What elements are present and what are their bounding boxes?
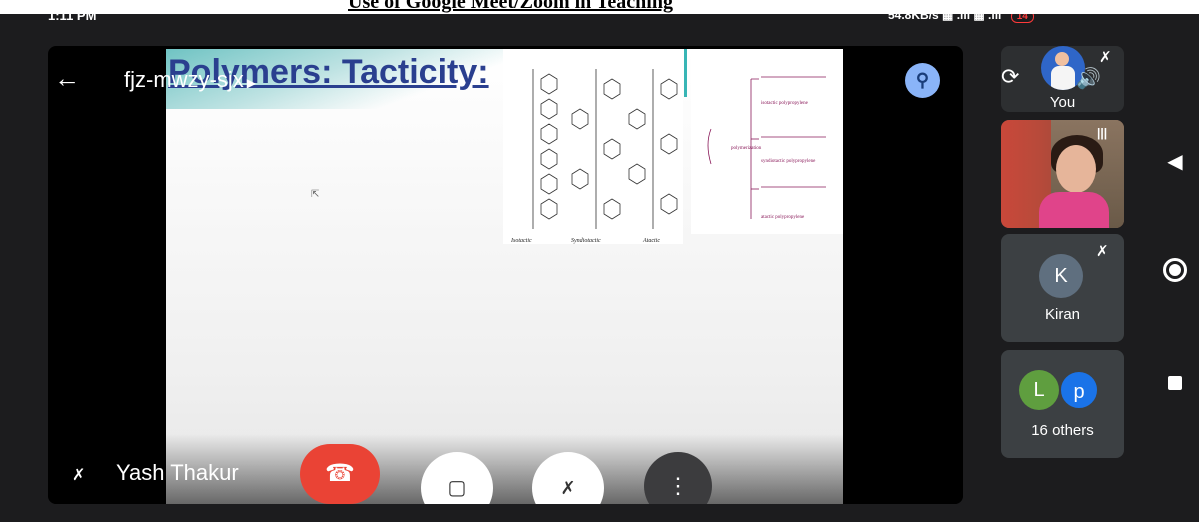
- speaker-icon[interactable]: 🔊: [1076, 66, 1101, 91]
- avatar: K: [1039, 254, 1083, 298]
- meeting-code[interactable]: fjz-mwzy-sjx ▶: [124, 67, 256, 93]
- avatar: L: [1019, 370, 1059, 410]
- presenter-name: Yash Thakur: [116, 460, 239, 485]
- avatar-head: [1055, 52, 1069, 66]
- mouse-cursor-icon: ⇱: [311, 189, 320, 200]
- participant-body: [1039, 192, 1109, 228]
- pin-button[interactable]: ⚲: [905, 63, 940, 98]
- syndiotactic-pp-label: syndiotactic polypropylene: [761, 159, 816, 164]
- avatar-body: [1051, 66, 1075, 90]
- slide-accent-line: [684, 49, 687, 97]
- presenter-label: ✗ Yash Thakur: [72, 460, 239, 486]
- meet-screen: Polymers: Tacticity: Isotactic Syndiotac…: [0, 12, 1199, 522]
- self-label: You: [1049, 94, 1076, 111]
- mic-off-icon: ✗: [560, 478, 576, 498]
- isotactic-pp-label: isotactic polypropylene: [761, 101, 808, 106]
- arrow-left-icon[interactable]: ←: [54, 64, 82, 92]
- mic-off-icon: ✗: [1099, 49, 1112, 66]
- atactic-label: Atactic: [643, 238, 660, 244]
- end-call-button[interactable]: ☎: [300, 444, 380, 504]
- nav-home-icon[interactable]: [1163, 258, 1187, 282]
- polymerization-label: polymerization: [731, 146, 762, 151]
- nav-recents-icon[interactable]: [1168, 376, 1182, 390]
- isotactic-label: Isotactic: [511, 238, 532, 244]
- avatar: p: [1059, 370, 1099, 410]
- atactic-pp-label: atactic polypropylene: [761, 215, 805, 220]
- participant-tile-others[interactable]: L p 16 others: [1001, 350, 1124, 458]
- home-dot: [1169, 264, 1181, 276]
- syndiotactic-label: Syndiotactic: [571, 238, 601, 244]
- more-vert-icon: ⋮: [667, 473, 689, 498]
- caption-title: Use of Google Meet/Zoom in Teaching: [348, 0, 673, 13]
- chevron-right-icon: ▶: [246, 76, 256, 90]
- participant-tile-kiran[interactable]: ✗ K Kiran: [1001, 234, 1124, 342]
- polypropylene-diagram: polymerization isotactic polypropylene s…: [691, 49, 843, 234]
- polypropylene-svg: [707, 76, 826, 219]
- nav-back-icon[interactable]: ◀: [1160, 149, 1190, 174]
- pin-icon: ⚲: [915, 70, 930, 90]
- presentation-stage: Polymers: Tacticity: Isotactic Syndiotac…: [48, 46, 963, 504]
- self-tile[interactable]: ⟳ 🔊 ✗ You: [1001, 46, 1124, 112]
- participant-video-tile[interactable]: |||: [1001, 120, 1124, 228]
- others-count-label: 16 others: [1031, 422, 1094, 439]
- audio-level-icon: |||: [1097, 126, 1108, 140]
- participant-name: Kiran: [1044, 306, 1081, 323]
- camera-switch-icon[interactable]: ⟳: [1001, 64, 1019, 90]
- mic-off-icon: ✗: [72, 467, 86, 484]
- mic-off-icon: ✗: [1096, 243, 1109, 260]
- participant-face: [1056, 145, 1096, 193]
- tacticity-structures-diagram: Isotactic Syndiotactic Atactic: [503, 49, 683, 244]
- video-off-icon: ▢: [447, 477, 467, 499]
- meeting-code-text: fjz-mwzy-sjx: [124, 67, 244, 92]
- phone-hangup-icon: ☎: [325, 460, 355, 487]
- caption-strip: Use of Google Meet/Zoom in Teaching: [0, 0, 1199, 14]
- tacticity-structures-svg: [532, 69, 678, 229]
